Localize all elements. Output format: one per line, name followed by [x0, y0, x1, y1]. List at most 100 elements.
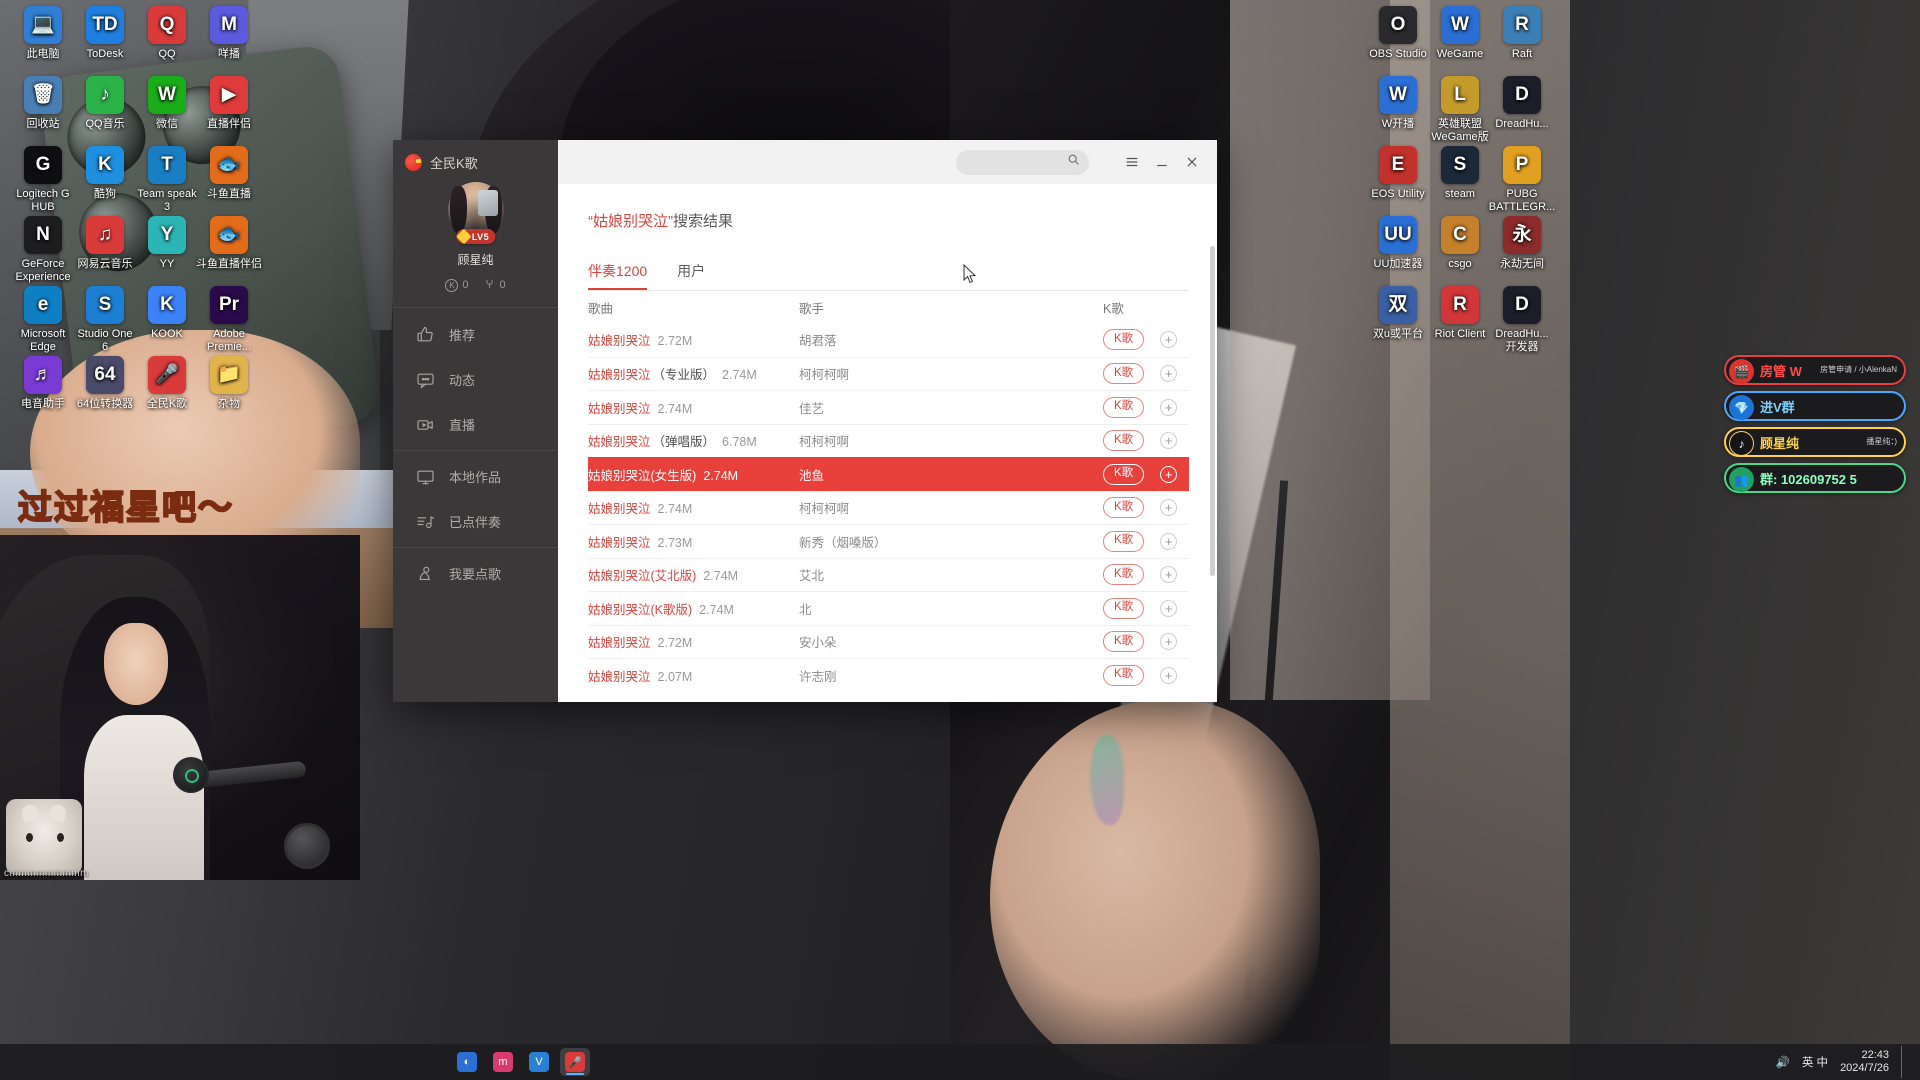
overlay-button-进V群[interactable]: 💎 进V群: [1724, 391, 1906, 421]
app-icon: S: [86, 286, 124, 324]
add-button[interactable]: +: [1160, 465, 1178, 483]
wesing-app-window[interactable]: 全民K歌 LV5 顾星纯 K 0 0 推荐 动态 直播 本地作品 已点伴奏 我要…: [393, 140, 1217, 702]
sidebar-nav: 推荐 动态 直播本地作品已点伴奏我要点歌: [393, 312, 558, 596]
song-version: （专业版）: [652, 368, 716, 383]
app-icon: Pr: [210, 286, 248, 324]
desktop-icon-永劫无间[interactable]: 永永劫无间: [1479, 216, 1565, 271]
k-count-value: 0: [462, 279, 469, 291]
add-button[interactable]: +: [1160, 499, 1178, 517]
ime-indicator[interactable]: 英 中: [1802, 1054, 1828, 1070]
sing-button[interactable]: K歌: [1103, 631, 1145, 652]
taskbar-app-wesing[interactable]: 🎤: [560, 1048, 590, 1076]
stream-preview-window[interactable]: cmmmmmmmmm: [0, 535, 360, 880]
app-icon: O: [1379, 6, 1417, 44]
add-button[interactable]: +: [1160, 365, 1178, 383]
table-row[interactable]: 姑娘别哭泣(女生版) 2.74M 池鱼 K歌 +: [588, 457, 1189, 491]
table-row[interactable]: 姑娘别哭泣 2.74M 柯柯柯啊 K歌 +: [588, 490, 1189, 525]
app-icon: UU: [1379, 216, 1417, 254]
desktop-icon-Raft[interactable]: R Raft: [1479, 6, 1565, 61]
desktop-icon-label: DreadHu... 开发器: [1495, 328, 1549, 353]
desktop-icon-杂物[interactable]: 📁 杂物: [186, 356, 272, 411]
desktop-icon-PUBG[interactable]: P PUBG BATTLEGR...: [1479, 146, 1565, 213]
add-button[interactable]: +: [1160, 633, 1178, 651]
close-button[interactable]: [1177, 147, 1207, 177]
table-row[interactable]: 姑娘别哭泣 2.74M 佳艺 K歌 +: [588, 390, 1189, 424]
cell-song: 姑娘别哭泣 2.73M: [588, 532, 799, 551]
sidebar-item-直播[interactable]: 直播: [393, 402, 558, 447]
sidebar-item-动态[interactable]: 动态: [393, 357, 558, 402]
add-button[interactable]: +: [1160, 666, 1178, 684]
desktop-icon-label: DreadHu...: [1495, 118, 1549, 130]
sidebar-item-本地作品[interactable]: 本地作品: [393, 454, 558, 499]
table-row[interactable]: 姑娘别哭泣 2.72M 安小朵 K歌 +: [588, 624, 1189, 659]
song-name: 姑娘别哭泣(艾北版): [588, 569, 697, 584]
sidebar-item-我要点歌[interactable]: 我要点歌: [393, 551, 558, 596]
diamond-icon: [455, 228, 472, 245]
minimize-button[interactable]: [1147, 147, 1177, 177]
app-icon: 🐟: [210, 216, 248, 254]
table-row[interactable]: 姑娘别哭泣(K歌版) 2.74M 北 K歌 +: [588, 591, 1189, 625]
taskbar-app-cortana[interactable]: ◐: [452, 1048, 482, 1076]
overlay-button-房管-W[interactable]: 🎬 房管 W 房管申请 / 小AlenkaN: [1724, 355, 1906, 385]
sidebar-item-已点伴奏[interactable]: 已点伴奏: [393, 499, 558, 544]
desktop-icon-直播伴侣[interactable]: ▶ 直播伴侣: [186, 76, 272, 131]
desktop-icon-斗鱼直播伴侣[interactable]: 🐟 斗鱼直播伴侣: [186, 216, 272, 271]
desktop-icon-DreadHu...[interactable]: D DreadHu... 开发器: [1479, 286, 1565, 353]
sing-button[interactable]: K歌: [1103, 530, 1145, 552]
scrollbar-track[interactable]: [1210, 246, 1215, 702]
wallpaper-caption: 过过福星吧～: [17, 488, 234, 528]
table-row[interactable]: 姑娘别哭泣 （弹唱版） 6.78M 柯柯柯啊 K歌 +: [588, 423, 1189, 458]
wesing-logo-icon: [405, 153, 422, 171]
sidebar-item-label: 已点伴奏: [449, 515, 502, 530]
add-button[interactable]: +: [1160, 566, 1178, 584]
cell-actions: K歌 +: [1097, 329, 1189, 350]
sing-button[interactable]: K歌: [1103, 564, 1145, 585]
table-row[interactable]: 姑娘别哭泣 （专业版） 2.74M 柯柯柯啊 K歌 +: [588, 356, 1189, 391]
add-button[interactable]: +: [1160, 398, 1178, 416]
scrollbar-thumb[interactable]: [1210, 246, 1215, 576]
add-button[interactable]: +: [1160, 532, 1178, 550]
table-row[interactable]: 姑娘别哭泣 2.72M 胡君落 K歌 +: [588, 323, 1189, 357]
header-artist: 歌手: [799, 301, 825, 316]
desktop-icon-DreadHu...[interactable]: D DreadHu...: [1479, 76, 1565, 131]
cell-artist: 新秀（烟嗓版）: [799, 535, 887, 550]
table-row[interactable]: 姑娘别哭泣 2.07M 许志刚 K歌 +: [588, 658, 1189, 692]
add-button[interactable]: +: [1160, 331, 1178, 349]
cell-actions: K歌 +: [1097, 497, 1189, 518]
sing-button[interactable]: K歌: [1103, 664, 1145, 686]
taskbar-app-bilibili[interactable]: m: [488, 1048, 518, 1076]
sing-button[interactable]: K歌: [1103, 363, 1145, 384]
add-button[interactable]: +: [1160, 599, 1178, 617]
overlay-button-顾星纯[interactable]: ♪ 顾星纯 播星纯：): [1724, 427, 1906, 457]
add-button[interactable]: +: [1160, 432, 1178, 450]
overlay-button-label: 房管 W: [1760, 363, 1802, 379]
show-desktop-button[interactable]: [1901, 1046, 1908, 1078]
table-row[interactable]: 姑娘别哭泣 2.73M 新秀（烟嗓版） K歌 +: [588, 524, 1189, 558]
desktop-icon-斗鱼直播[interactable]: 🐟 斗鱼直播: [186, 146, 272, 201]
cell-song: 姑娘别哭泣(K歌版) 2.74M: [588, 599, 799, 618]
cell-actions: K歌 +: [1097, 363, 1189, 384]
sidebar-divider: [393, 547, 558, 548]
app-icon: C: [1441, 216, 1479, 254]
sing-button[interactable]: K歌: [1103, 329, 1145, 350]
overlay-button-102609752-5[interactable]: 👥 群: 102609752 5: [1724, 463, 1906, 493]
cell-artist: 池鱼: [799, 468, 825, 483]
desktop-icon-Adobe[interactable]: Pr Adobe Premie...: [186, 286, 272, 353]
sing-button[interactable]: K歌: [1103, 597, 1145, 619]
sing-button[interactable]: K歌: [1103, 430, 1145, 451]
table-row[interactable]: 姑娘别哭泣(艾北版) 2.74M 艾北 K歌 +: [588, 557, 1189, 592]
sing-button[interactable]: K歌: [1103, 396, 1145, 418]
clock[interactable]: 22:43 2024/7/26: [1840, 1049, 1889, 1074]
volume-icon[interactable]: 🔊: [1776, 1055, 1790, 1069]
sing-button[interactable]: K歌: [1103, 497, 1145, 518]
taskbar-app-browser[interactable]: V: [524, 1048, 554, 1076]
tab-伴奏1200[interactable]: 伴奏1200: [588, 261, 648, 290]
desktop-icon-咩播[interactable]: M 咩播: [186, 6, 272, 61]
search-input[interactable]: [956, 149, 1089, 175]
sing-button[interactable]: K歌: [1103, 463, 1145, 485]
menu-button[interactable]: [1117, 147, 1147, 177]
song-name: 姑娘别哭泣: [588, 669, 651, 684]
sidebar-item-推荐[interactable]: 推荐: [393, 312, 558, 357]
tab-用户[interactable]: 用户: [677, 261, 705, 290]
user-profile[interactable]: LV5 顾星纯 K 0 0: [393, 174, 558, 307]
